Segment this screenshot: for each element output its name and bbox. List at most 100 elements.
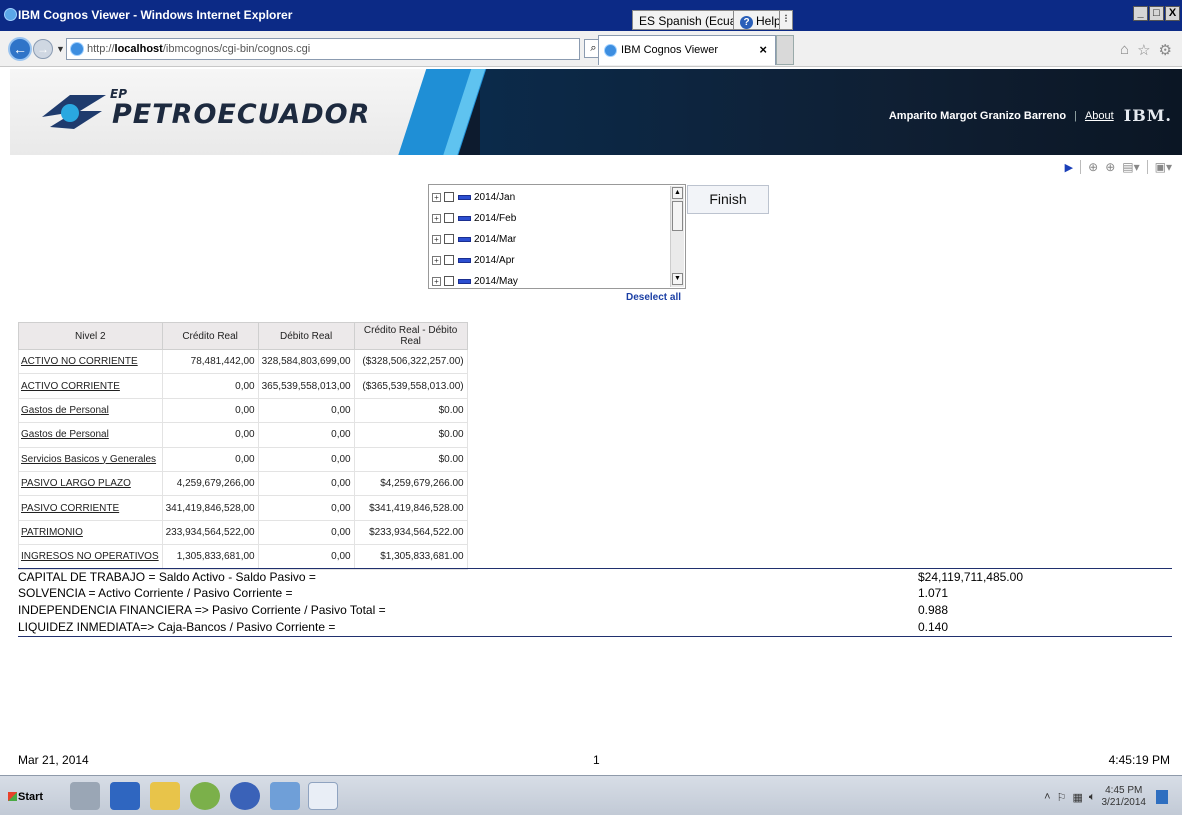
expand-icon[interactable]: + [432,213,441,223]
ratio-value: 0.140 [918,620,949,634]
back-button[interactable]: ← [8,37,32,61]
tab-close-icon[interactable]: × [759,36,767,64]
page-number: 1 [593,753,600,767]
window-titlebar: IBM Cognos Viewer - Windows Internet Exp… [0,0,1182,31]
app-icon[interactable] [230,782,260,810]
table-row: Gastos de Personal 0,00 0,00 $0.00 [18,397,468,424]
tab-title: IBM Cognos Viewer [621,44,719,56]
view-format-icon[interactable]: ▣▾ [1155,160,1172,174]
row-label-link[interactable]: Gastos de Personal [18,397,163,424]
list-item-label: 2014/Mar [474,233,517,245]
url-host: localhost [114,43,163,55]
row-label-link[interactable]: PATRIMONIO [18,519,163,546]
app-icon[interactable] [270,782,300,810]
checkbox[interactable] [444,192,454,202]
row-label-link[interactable]: Gastos de Personal [18,422,163,448]
checkbox[interactable] [444,276,454,286]
finish-button[interactable]: Finish [687,185,769,214]
list-item[interactable]: + 2014/Mar [432,232,516,246]
table-cell: 341,419,846,528,00 [161,495,259,521]
list-item[interactable]: + 2014/Apr [432,253,515,267]
browser-tab[interactable]: IBM Cognos Viewer × [598,35,776,65]
list-item[interactable]: + 2014/Jan [432,190,515,204]
table-cell: 0,00 [257,397,355,424]
run-report-icon[interactable]: ▶ [1065,161,1073,174]
drill-down-icon[interactable]: ⊕ [1088,160,1098,174]
checkbox[interactable] [444,213,454,223]
home-icon[interactable]: ⌂ [1120,41,1129,59]
internet-explorer-icon[interactable] [308,782,338,810]
scroll-up-icon[interactable]: ▲ [672,187,683,199]
row-label-link[interactable]: PASIVO LARGO PLAZO [18,470,163,497]
drill-up-icon[interactable]: ⊕ [1105,160,1115,174]
file-explorer-icon[interactable] [150,782,180,810]
row-label-link[interactable]: Servicios Basicos y Generales [18,446,163,472]
close-window-button[interactable]: X [1165,6,1180,21]
list-item-label: 2014/Feb [474,212,517,224]
balance-table: Nivel 2 Crédito Real Débito Real Crédito… [18,322,468,570]
petroecuador-logo-icon [42,95,106,129]
checkbox[interactable] [444,234,454,244]
app-icon[interactable] [190,782,220,810]
table-cell: 0,00 [257,446,355,472]
deselect-all-link[interactable]: Deselect all [626,292,681,303]
volume-icon[interactable]: 🔈︎ [1089,791,1096,804]
scrollbar[interactable]: ▲ ▼ [670,186,684,287]
row-label-link[interactable]: INGRESOS NO OPERATIVOS [18,544,163,570]
list-item[interactable]: + 2014/May [432,274,518,288]
ratio-label: SOLVENCIA = Activo Corriente / Pasivo Co… [18,586,293,600]
table-cell: $0.00 [353,422,468,448]
expand-icon[interactable]: + [432,255,441,265]
financial-ratios: CAPITAL DE TRABAJO = Saldo Activo - Sald… [18,568,1172,637]
powershell-icon[interactable] [110,782,140,810]
about-link[interactable]: About [1085,110,1114,122]
url-path: /ibmcognos/cgi-bin/cognos.cgi [162,43,311,55]
row-label-link[interactable]: ACTIVO CORRIENTE [18,373,163,399]
report-toolbar: ▶ ⊕ ⊕ ▤▾ ▣▾ [1065,160,1172,174]
member-icon [458,236,471,242]
member-icon [458,194,471,200]
forward-button[interactable]: → [33,39,53,59]
toolbar-grip-icon[interactable]: ⁝ [779,10,793,30]
expand-icon[interactable]: + [432,276,441,286]
row-label-link[interactable]: ACTIVO NO CORRIENTE [18,348,163,375]
expand-icon[interactable]: + [432,192,441,202]
clock[interactable]: 4:45 PM 3/21/2014 [1102,785,1147,809]
favorites-icon[interactable]: ☆ [1137,41,1150,59]
start-button[interactable]: Start [6,785,46,809]
ratio-label: LIQUIDEZ INMEDIATA=> Caja-Bancos / Pasiv… [18,620,336,634]
list-item-label: 2014/Apr [474,254,515,266]
maximize-button[interactable]: □ [1149,6,1164,21]
history-dropdown-icon[interactable]: ▼ [56,44,65,54]
separator: | [1074,109,1077,122]
gear-icon[interactable]: ⚙ [1159,41,1172,59]
ratio-row: CAPITAL DE TRABAJO = Saldo Activo - Sald… [18,570,1172,584]
month-prompt-list[interactable]: + 2014/Jan + 2014/Feb + 2014/Mar + 2014/… [428,184,686,289]
server-manager-icon[interactable] [70,782,100,810]
address-input[interactable]: http://localhost/ibmcognos/cgi-bin/cogno… [66,38,580,60]
new-tab-button[interactable] [776,35,794,65]
row-label-link[interactable]: PASIVO CORRIENTE [18,495,163,521]
list-item[interactable]: + 2014/Feb [432,211,516,225]
browser-icons: ⌂ ☆ ⚙ [1120,41,1172,59]
ratio-label: CAPITAL DE TRABAJO = Saldo Activo - Sald… [18,570,316,584]
list-item-label: 2014/Jan [474,191,516,203]
go-to-icon[interactable]: ▤▾ [1122,160,1139,174]
ratio-label: INDEPENDENCIA FINANCIERA => Pasivo Corri… [18,603,386,617]
show-desktop-button[interactable] [1156,790,1168,804]
checkbox[interactable] [444,255,454,265]
network-icon[interactable]: ▦ [1072,791,1082,804]
minimize-button[interactable]: _ [1133,6,1148,21]
scroll-down-icon[interactable]: ▼ [672,273,683,285]
expand-icon[interactable]: + [432,234,441,244]
window-title: IBM Cognos Viewer - Windows Internet Exp… [18,8,293,22]
table-cell: 0,00 [257,422,355,448]
tray-expand-icon[interactable]: ˄ [1044,791,1050,803]
toolbar-divider [1080,160,1082,174]
table-cell: 0,00 [161,397,259,424]
header-banner: EP PETROECUADOR Amparito Margot Granizo … [10,69,1182,155]
flag-icon[interactable]: ⚐ [1057,791,1067,804]
windows-taskbar: Start ˄ ⚐ ▦ 🔈︎ 4:45 PM 3/21/2014 [0,775,1182,815]
scroll-thumb[interactable] [672,201,683,231]
table-row: Servicios Basicos y Generales 0,00 0,00 … [18,446,468,472]
